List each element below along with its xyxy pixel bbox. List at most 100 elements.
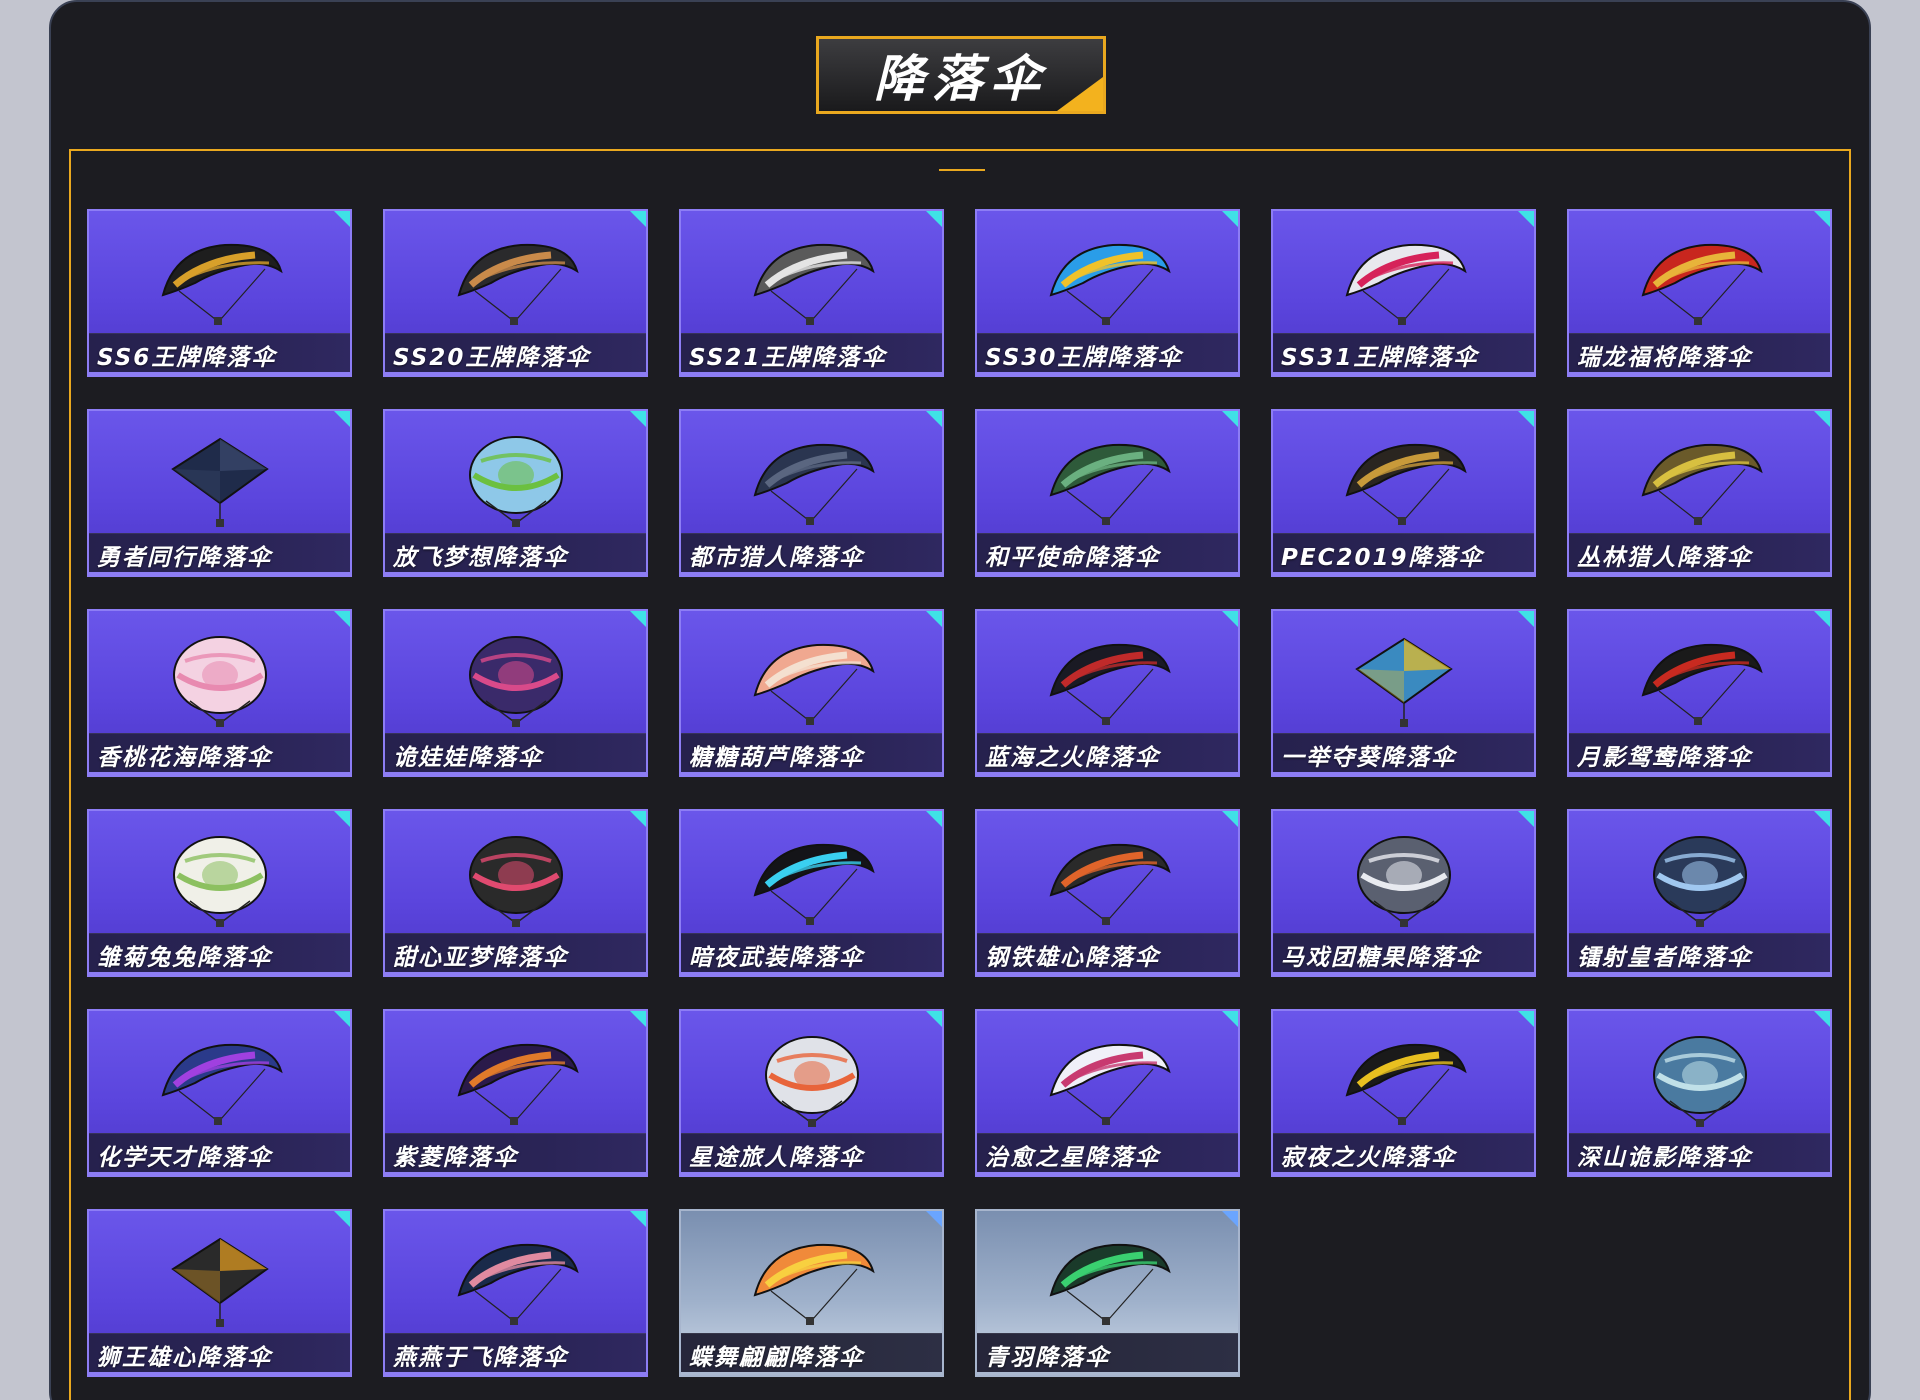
card-bottom-edge [89, 972, 350, 975]
parachute-card[interactable]: 暗夜武装降落伞 [679, 809, 944, 977]
parachute-card[interactable]: SS31王牌降落伞 [1271, 209, 1536, 377]
parachute-name: 和平使命降落伞 [985, 544, 1160, 571]
parachute-card[interactable]: 勇者同行降落伞 [87, 409, 352, 577]
card-bottom-edge [89, 572, 350, 575]
parachute-icon [145, 231, 295, 331]
card-bottom-edge [681, 572, 942, 575]
parachute-card[interactable]: 诡娃娃降落伞 [383, 609, 648, 777]
card-name-bar: 放飞梦想降落伞 [385, 533, 646, 575]
parachute-name: 月影鸳鸯降落伞 [1577, 744, 1752, 771]
parachute-icon [1033, 1231, 1183, 1331]
corner-tag [1221, 1211, 1238, 1228]
corner-tag [333, 211, 350, 228]
parachute-card[interactable]: 化学天才降落伞 [87, 1009, 352, 1177]
card-name-bar: 都市猎人降落伞 [681, 533, 942, 575]
parachute-card[interactable]: 瑞龙福将降落伞 [1567, 209, 1832, 377]
parachute-icon [1329, 831, 1479, 931]
card-bottom-edge [385, 572, 646, 575]
parachute-card[interactable]: 香桃花海降落伞 [87, 609, 352, 777]
card-bottom-edge [1569, 972, 1830, 975]
parachute-card[interactable]: 蓝海之火降落伞 [975, 609, 1240, 777]
card-bottom-edge [681, 1372, 942, 1375]
card-bottom-edge [977, 372, 1238, 375]
parachute-icon [1033, 1031, 1183, 1131]
parachute-name: 暗夜武装降落伞 [689, 944, 864, 971]
parachute-card[interactable]: 马戏团糖果降落伞 [1271, 809, 1536, 977]
card-name-bar: 治愈之星降落伞 [977, 1133, 1238, 1175]
parachute-card[interactable]: 放飞梦想降落伞 [383, 409, 648, 577]
parachute-card[interactable]: 丛林猎人降落伞 [1567, 409, 1832, 577]
parachute-name: 丛林猎人降落伞 [1577, 544, 1752, 571]
corner-tag [1813, 211, 1830, 228]
parachute-card[interactable]: SS21王牌降落伞 [679, 209, 944, 377]
corner-tag [925, 211, 942, 228]
parachute-card[interactable]: 都市猎人降落伞 [679, 409, 944, 577]
parachute-card[interactable]: 燕燕于飞降落伞 [383, 1209, 648, 1377]
card-name-bar: 星途旅人降落伞 [681, 1133, 942, 1175]
parachute-name: 青羽降落伞 [985, 1344, 1110, 1371]
card-bottom-edge [385, 1172, 646, 1175]
parachute-name: 化学天才降落伞 [97, 1144, 272, 1171]
card-name-bar: 和平使命降落伞 [977, 533, 1238, 575]
corner-tag [1221, 611, 1238, 628]
parachute-card[interactable]: 钢铁雄心降落伞 [975, 809, 1240, 977]
parachute-name: SS31王牌降落伞 [1281, 344, 1479, 371]
parachute-card[interactable]: 月影鸳鸯降落伞 [1567, 609, 1832, 777]
parachute-card[interactable]: 糖糖葫芦降落伞 [679, 609, 944, 777]
card-bottom-edge [1569, 572, 1830, 575]
card-name-bar: PEC2019降落伞 [1273, 533, 1534, 575]
parachute-card[interactable]: PEC2019降落伞 [1271, 409, 1536, 577]
parachute-icon [1033, 231, 1183, 331]
card-bottom-edge [977, 972, 1238, 975]
corner-tag [1221, 411, 1238, 428]
parachute-icon [1625, 431, 1775, 531]
corner-tag [333, 1211, 350, 1228]
parachute-name: 蝶舞翩翩降落伞 [689, 1344, 864, 1371]
card-name-bar: 月影鸳鸯降落伞 [1569, 733, 1830, 775]
parachute-name: 镭射皇者降落伞 [1577, 944, 1752, 971]
parachute-card[interactable]: 狮王雄心降落伞 [87, 1209, 352, 1377]
corner-tag [629, 211, 646, 228]
parachute-card[interactable]: 寂夜之火降落伞 [1271, 1009, 1536, 1177]
parachute-card[interactable]: SS30王牌降落伞 [975, 209, 1240, 377]
card-name-bar: 一举夺葵降落伞 [1273, 733, 1534, 775]
corner-tag [925, 811, 942, 828]
parachute-card[interactable]: 甜心亚梦降落伞 [383, 809, 648, 977]
corner-tag [629, 811, 646, 828]
card-bottom-edge [89, 1172, 350, 1175]
parachute-card[interactable]: 镭射皇者降落伞 [1567, 809, 1832, 977]
corner-tag [925, 411, 942, 428]
parachute-card[interactable]: 深山诡影降落伞 [1567, 1009, 1832, 1177]
parachute-card[interactable]: 一举夺葵降落伞 [1271, 609, 1536, 777]
corner-tag [925, 1011, 942, 1028]
parachute-card[interactable]: 治愈之星降落伞 [975, 1009, 1240, 1177]
title-corner-accent [1057, 77, 1103, 111]
corner-tag [629, 1211, 646, 1228]
parachute-card[interactable]: 蝶舞翩翩降落伞 [679, 1209, 944, 1377]
parachute-name: 星途旅人降落伞 [689, 1144, 864, 1171]
parachute-icon [737, 831, 887, 931]
parachute-card[interactable]: 雏菊兔兔降落伞 [87, 809, 352, 977]
corner-tag [629, 611, 646, 628]
parachute-name: 糖糖葫芦降落伞 [689, 744, 864, 771]
parachute-card[interactable]: SS20王牌降落伞 [383, 209, 648, 377]
parachute-icon [737, 1031, 887, 1131]
parachute-icon [145, 1031, 295, 1131]
parachute-name: 深山诡影降落伞 [1577, 1144, 1752, 1171]
parachute-name: SS20王牌降落伞 [393, 344, 591, 371]
parachute-card[interactable]: 青羽降落伞 [975, 1209, 1240, 1377]
parachute-card[interactable]: 和平使命降落伞 [975, 409, 1240, 577]
parachute-icon [1625, 1031, 1775, 1131]
parachute-card[interactable]: 星途旅人降落伞 [679, 1009, 944, 1177]
card-bottom-edge [977, 572, 1238, 575]
corner-tag [1517, 411, 1534, 428]
parachute-icon [737, 631, 887, 731]
parachute-name: 瑞龙福将降落伞 [1577, 344, 1752, 371]
card-name-bar: 镭射皇者降落伞 [1569, 933, 1830, 975]
card-bottom-edge [977, 1172, 1238, 1175]
parachute-name: 都市猎人降落伞 [689, 544, 864, 571]
parachute-card[interactable]: SS6王牌降落伞 [87, 209, 352, 377]
corner-tag [629, 1011, 646, 1028]
parachute-card[interactable]: 紫菱降落伞 [383, 1009, 648, 1177]
parachute-name: 诡娃娃降落伞 [393, 744, 543, 771]
